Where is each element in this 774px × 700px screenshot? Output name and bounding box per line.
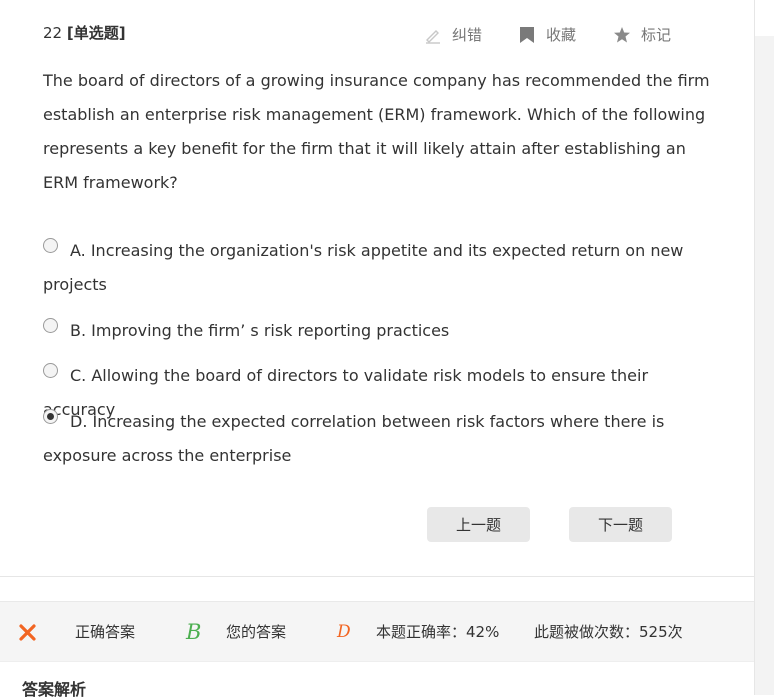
option-d-label: D. Increasing the expected correlation b… xyxy=(43,412,665,465)
attempt-count: 此题被做次数：525次 xyxy=(534,623,683,641)
your-answer-value: D xyxy=(337,622,351,642)
option-a-radio[interactable] xyxy=(43,238,58,253)
option-c-radio[interactable] xyxy=(43,363,58,378)
correct-answer-label: 正确答案 xyxy=(75,623,136,641)
option-d-radio[interactable] xyxy=(43,409,58,424)
mark-label: 标记 xyxy=(641,26,672,44)
star-icon xyxy=(614,26,630,42)
question-card: 22 [单选题] 纠错 收藏 标记 The board of directors… xyxy=(0,0,754,577)
analysis-section: 答案解析 xyxy=(0,661,754,699)
next-question-button[interactable]: 下一题 xyxy=(569,507,672,542)
pencil-icon xyxy=(426,29,440,44)
question-text: The board of directors of a growing insu… xyxy=(43,71,710,192)
option-b-radio[interactable] xyxy=(43,318,58,333)
option-d[interactable]: D. Increasing the expected correlation b… xyxy=(43,405,723,473)
accuracy-rate: 本题正确率：42% xyxy=(376,623,500,641)
mark-button[interactable]: 标记 xyxy=(613,24,671,45)
gutter-top xyxy=(755,0,774,36)
wrong-status xyxy=(18,602,37,662)
close-icon xyxy=(19,624,36,641)
question-number: 22 xyxy=(43,24,63,42)
prev-question-button[interactable]: 上一题 xyxy=(427,507,530,542)
bookmark-icon xyxy=(520,26,534,43)
option-a-label: A. Increasing the organization's risk ap… xyxy=(43,241,684,294)
favorite-button[interactable]: 收藏 xyxy=(518,24,576,45)
option-b-label: B. Improving the firm’ s risk reporting … xyxy=(70,321,450,340)
option-b[interactable]: B. Improving the firm’ s risk reporting … xyxy=(43,314,723,348)
your-answer-label: 您的答案 xyxy=(226,623,287,641)
report-error-label: 纠错 xyxy=(452,26,483,44)
option-a[interactable]: A. Increasing the organization's risk ap… xyxy=(43,234,723,302)
correct-answer-value: B xyxy=(186,620,202,644)
report-error-button[interactable]: 纠错 xyxy=(424,24,482,45)
answer-result-bar: 正确答案 B 您的答案 D 本题正确率：42% 此题被做次数：525次 xyxy=(0,601,754,661)
analysis-title: 答案解析 xyxy=(22,680,87,699)
favorite-label: 收藏 xyxy=(546,26,577,44)
question-type: [单选题] xyxy=(66,24,126,42)
right-scroll-gutter xyxy=(754,0,774,695)
question-header: 22 [单选题] xyxy=(43,22,126,43)
